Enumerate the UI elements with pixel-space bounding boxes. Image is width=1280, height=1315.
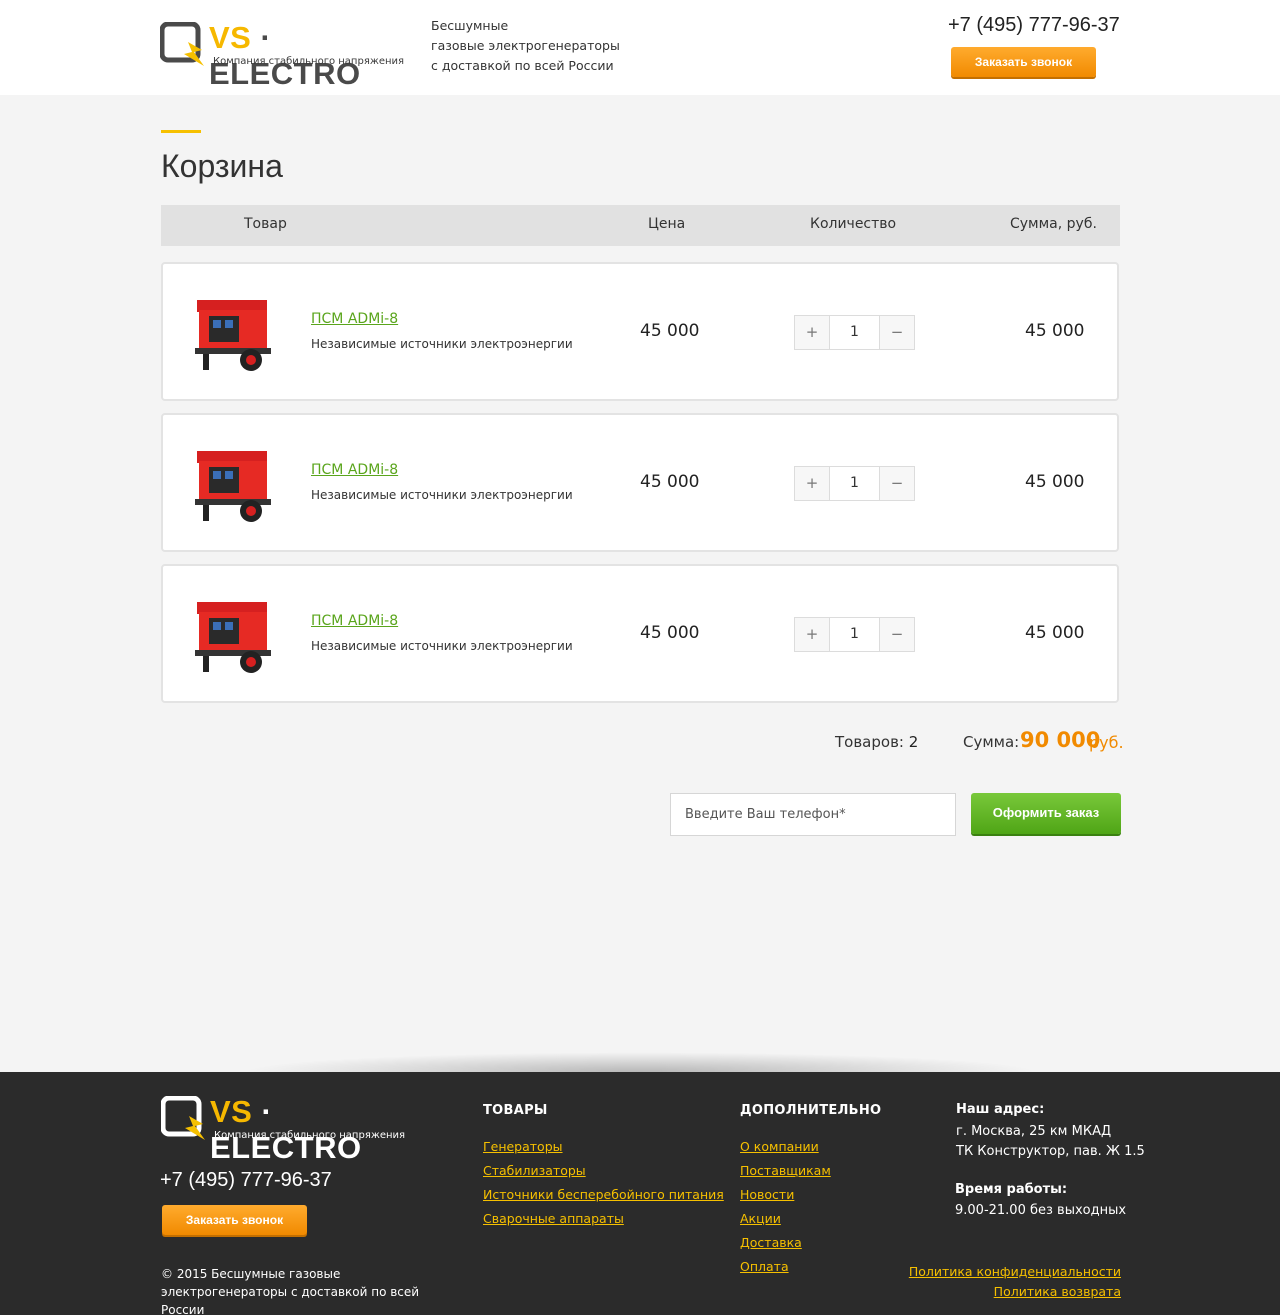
generator-image bbox=[195, 602, 271, 673]
quantity-minus-button[interactable]: − bbox=[879, 316, 914, 349]
logo[interactable]: VS · ELECTRO Компания стабильного напряж… bbox=[160, 20, 405, 91]
footer-link-welding[interactable]: Сварочные аппараты bbox=[483, 1211, 624, 1226]
product-name-link[interactable]: ПСМ ADMi-8 bbox=[311, 462, 398, 478]
address-title: Наш адрес: bbox=[956, 1102, 1045, 1117]
cart-table-header: Товар Цена Количество Сумма, руб. bbox=[161, 205, 1120, 246]
column-quantity: Количество bbox=[810, 216, 897, 232]
product-price: 45 000 bbox=[640, 472, 700, 492]
copyright: © 2015 Бесшумные газовые электрогенерато… bbox=[161, 1267, 420, 1315]
quantity-value[interactable]: 1 bbox=[830, 618, 879, 651]
product-description: Независимые источники электроэнергии bbox=[311, 639, 573, 653]
header-tagline: Бесшумные газовые электрогенераторы с до… bbox=[431, 18, 620, 73]
privacy-policy-link[interactable]: Политика конфиденциальности bbox=[909, 1264, 1121, 1279]
site-footer: VS · ELECTRO Компания стабильного напряж… bbox=[0, 1072, 1280, 1315]
product-sum: 45 000 bbox=[1025, 623, 1085, 643]
footer-link-generators[interactable]: Генераторы bbox=[483, 1139, 563, 1154]
footer-link-payment[interactable]: Оплата bbox=[740, 1259, 789, 1274]
phone-input[interactable] bbox=[670, 793, 956, 836]
footer-link-promotions[interactable]: Акции bbox=[740, 1211, 781, 1226]
return-policy-link[interactable]: Политика возврата bbox=[994, 1284, 1121, 1299]
quantity-plus-button[interactable]: + bbox=[795, 618, 830, 651]
page-title: Корзина bbox=[161, 148, 283, 184]
product-name-link[interactable]: ПСМ ADMi-8 bbox=[311, 613, 398, 629]
cart-row: ПСМ ADMi-8 Независимые источники электро… bbox=[161, 564, 1119, 703]
logo-tagline: Компания стабильного напряжения bbox=[213, 56, 405, 67]
quantity-stepper: + 1 − bbox=[794, 466, 915, 501]
column-product: Товар bbox=[244, 216, 287, 232]
title-accent-bar bbox=[161, 130, 201, 133]
cart-row: ПСМ ADMi-8 Независимые источники электро… bbox=[161, 262, 1119, 401]
generator-image bbox=[195, 451, 271, 522]
extra-links: О компании Поставщикам Новости Акции Дос… bbox=[740, 1135, 831, 1279]
quantity-stepper: + 1 − bbox=[794, 617, 915, 652]
footer-callback-button[interactable]: Заказать звонок bbox=[162, 1205, 307, 1235]
logo-tagline: Компания стабильного напряжения bbox=[214, 1130, 406, 1141]
footer-link-news[interactable]: Новости bbox=[740, 1187, 794, 1202]
totals-currency: руб. bbox=[1089, 733, 1124, 752]
callback-button[interactable]: Заказать звонок bbox=[951, 47, 1096, 77]
totals-count: Товаров: 2 bbox=[835, 733, 919, 751]
site-header: VS · ELECTRO Компания стабильного напряж… bbox=[0, 0, 1280, 95]
footer-shadow bbox=[240, 1052, 1040, 1072]
column-sum: Сумма, руб. bbox=[1010, 216, 1097, 232]
cart-row: ПСМ ADMi-8 Независимые источники электро… bbox=[161, 413, 1119, 552]
header-phone[interactable]: +7 (495) 777-96-37 bbox=[948, 14, 1120, 37]
quantity-stepper: + 1 − bbox=[794, 315, 915, 350]
logo-q-bolt-icon bbox=[160, 22, 204, 66]
product-price: 45 000 bbox=[640, 623, 700, 643]
quantity-plus-button[interactable]: + bbox=[795, 316, 830, 349]
quantity-plus-button[interactable]: + bbox=[795, 467, 830, 500]
footer-link-about[interactable]: О компании bbox=[740, 1139, 819, 1154]
quantity-minus-button[interactable]: − bbox=[879, 467, 914, 500]
product-description: Независимые источники электроэнергии bbox=[311, 488, 573, 502]
hours-text: 9.00-21.00 без выходных bbox=[955, 1203, 1127, 1218]
products-links: Генераторы Стабилизаторы Источники беспе… bbox=[483, 1135, 724, 1231]
footer-link-stabilizers[interactable]: Стабилизаторы bbox=[483, 1163, 586, 1178]
footer-link-ups[interactable]: Источники бесперебойного питания bbox=[483, 1187, 724, 1202]
hours-title: Время работы: bbox=[955, 1182, 1068, 1197]
product-sum: 45 000 bbox=[1025, 472, 1085, 492]
footer-logo[interactable]: VS · ELECTRO Компания стабильного напряж… bbox=[161, 1094, 406, 1165]
footer-phone[interactable]: +7 (495) 777-96-37 bbox=[160, 1169, 332, 1192]
address-text: г. Москва, 25 км МКАД ТК Конструктор, па… bbox=[956, 1124, 1145, 1159]
quantity-value[interactable]: 1 bbox=[830, 467, 879, 500]
checkout-button[interactable]: Оформить заказ bbox=[971, 793, 1121, 834]
products-column-title: ТОВАРЫ bbox=[483, 1103, 548, 1118]
footer-link-suppliers[interactable]: Поставщикам bbox=[740, 1163, 831, 1178]
product-description: Независимые источники электроэнергии bbox=[311, 337, 573, 351]
logo-q-bolt-icon bbox=[161, 1096, 205, 1140]
extra-column-title: ДОПОЛНИТЕЛЬНО bbox=[740, 1103, 882, 1118]
quantity-minus-button[interactable]: − bbox=[879, 618, 914, 651]
footer-link-delivery[interactable]: Доставка bbox=[740, 1235, 802, 1250]
generator-image bbox=[195, 300, 271, 371]
product-sum: 45 000 bbox=[1025, 321, 1085, 341]
product-price: 45 000 bbox=[640, 321, 700, 341]
quantity-value[interactable]: 1 bbox=[830, 316, 879, 349]
product-name-link[interactable]: ПСМ ADMi-8 bbox=[311, 311, 398, 327]
column-price: Цена bbox=[648, 216, 686, 232]
totals-sum-label: Сумма: bbox=[963, 733, 1020, 751]
